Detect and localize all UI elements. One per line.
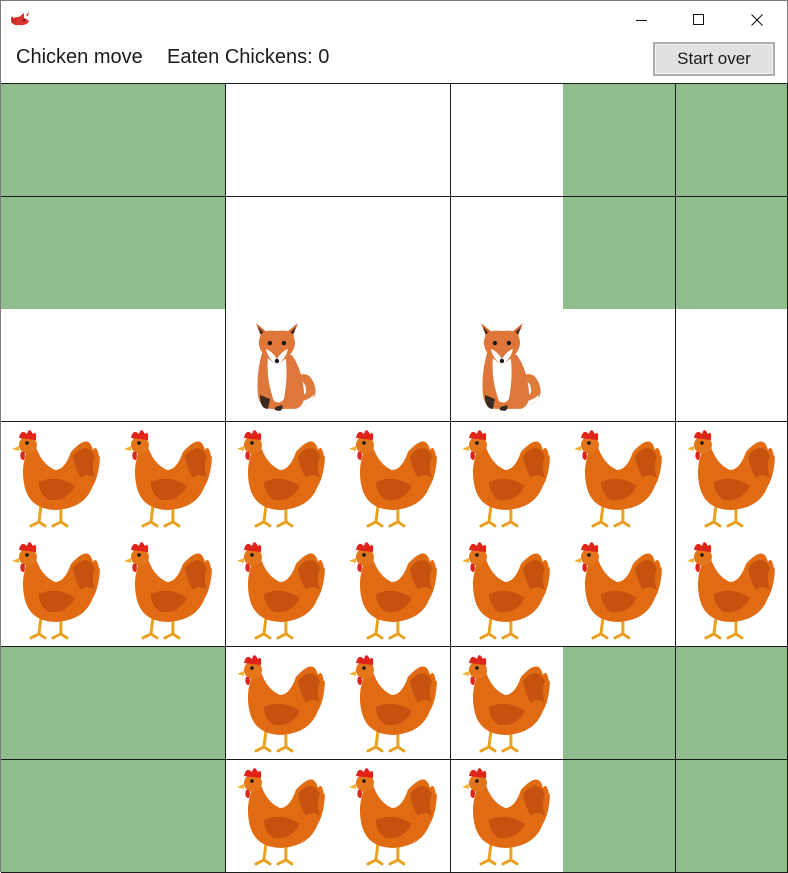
blocked-cell — [113, 647, 227, 760]
board-cell[interactable] — [563, 421, 676, 535]
minimize-icon — [636, 20, 647, 21]
board-cell[interactable] — [338, 196, 452, 310]
board-cell[interactable] — [1, 421, 114, 535]
eaten-chickens-counter: Eaten Chickens: 0 — [167, 46, 330, 68]
board-cell[interactable] — [450, 534, 564, 648]
blocked-cell — [1, 759, 114, 873]
board-cell[interactable] — [450, 309, 564, 423]
start-over-button[interactable]: Start over — [653, 42, 775, 76]
board-cell[interactable] — [225, 196, 339, 310]
board-cell[interactable] — [1, 534, 114, 648]
board-cell[interactable] — [338, 421, 452, 535]
board-cell[interactable] — [675, 309, 788, 423]
blocked-cell — [1, 196, 114, 310]
maximize-icon — [693, 14, 704, 25]
board-cell[interactable] — [675, 534, 788, 648]
blocked-cell — [563, 647, 676, 760]
board-cell[interactable] — [563, 309, 676, 423]
blocked-cell — [1, 647, 114, 760]
board-cell[interactable] — [563, 534, 676, 648]
board-cell[interactable] — [450, 759, 564, 873]
board-cell[interactable] — [675, 421, 788, 535]
board-cell[interactable] — [338, 534, 452, 648]
board-cell[interactable] — [113, 421, 227, 535]
board-cell[interactable] — [225, 421, 339, 535]
blocked-cell — [113, 196, 227, 310]
blocked-cell — [675, 84, 788, 197]
blocked-cell — [563, 84, 676, 197]
board-cell[interactable] — [338, 647, 452, 760]
board-cell[interactable] — [225, 647, 339, 760]
blocked-cell — [563, 196, 676, 310]
title-bar[interactable] — [1, 1, 787, 39]
close-button[interactable] — [734, 1, 780, 39]
board-cell[interactable] — [338, 84, 452, 197]
blocked-cell — [675, 759, 788, 873]
board-cell[interactable] — [450, 421, 564, 535]
game-window: Chicken move Eaten Chickens: 0 Start ove… — [0, 0, 788, 873]
board-cell[interactable] — [338, 309, 452, 423]
board-cell[interactable] — [225, 84, 339, 197]
board-cell[interactable] — [450, 196, 564, 310]
game-board — [1, 83, 788, 873]
minimize-button[interactable] — [619, 1, 665, 39]
board-cell[interactable] — [1, 309, 114, 423]
blocked-cell — [113, 84, 227, 197]
blocked-cell — [675, 196, 788, 310]
blocked-cell — [1, 84, 114, 197]
close-icon — [751, 14, 763, 26]
maximize-button[interactable] — [676, 1, 722, 39]
board-cell[interactable] — [113, 534, 227, 648]
blocked-cell — [563, 759, 676, 873]
blocked-cell — [113, 759, 227, 873]
board-cell[interactable] — [450, 84, 564, 197]
blocked-cell — [675, 647, 788, 760]
board-cell[interactable] — [113, 309, 227, 423]
turn-status: Chicken move — [16, 46, 143, 68]
fox-app-icon — [9, 10, 31, 30]
board-cell[interactable] — [338, 759, 452, 873]
board-cell[interactable] — [450, 647, 564, 760]
board-cell[interactable] — [225, 309, 339, 423]
board-cell[interactable] — [225, 534, 339, 648]
board-cell[interactable] — [225, 759, 339, 873]
